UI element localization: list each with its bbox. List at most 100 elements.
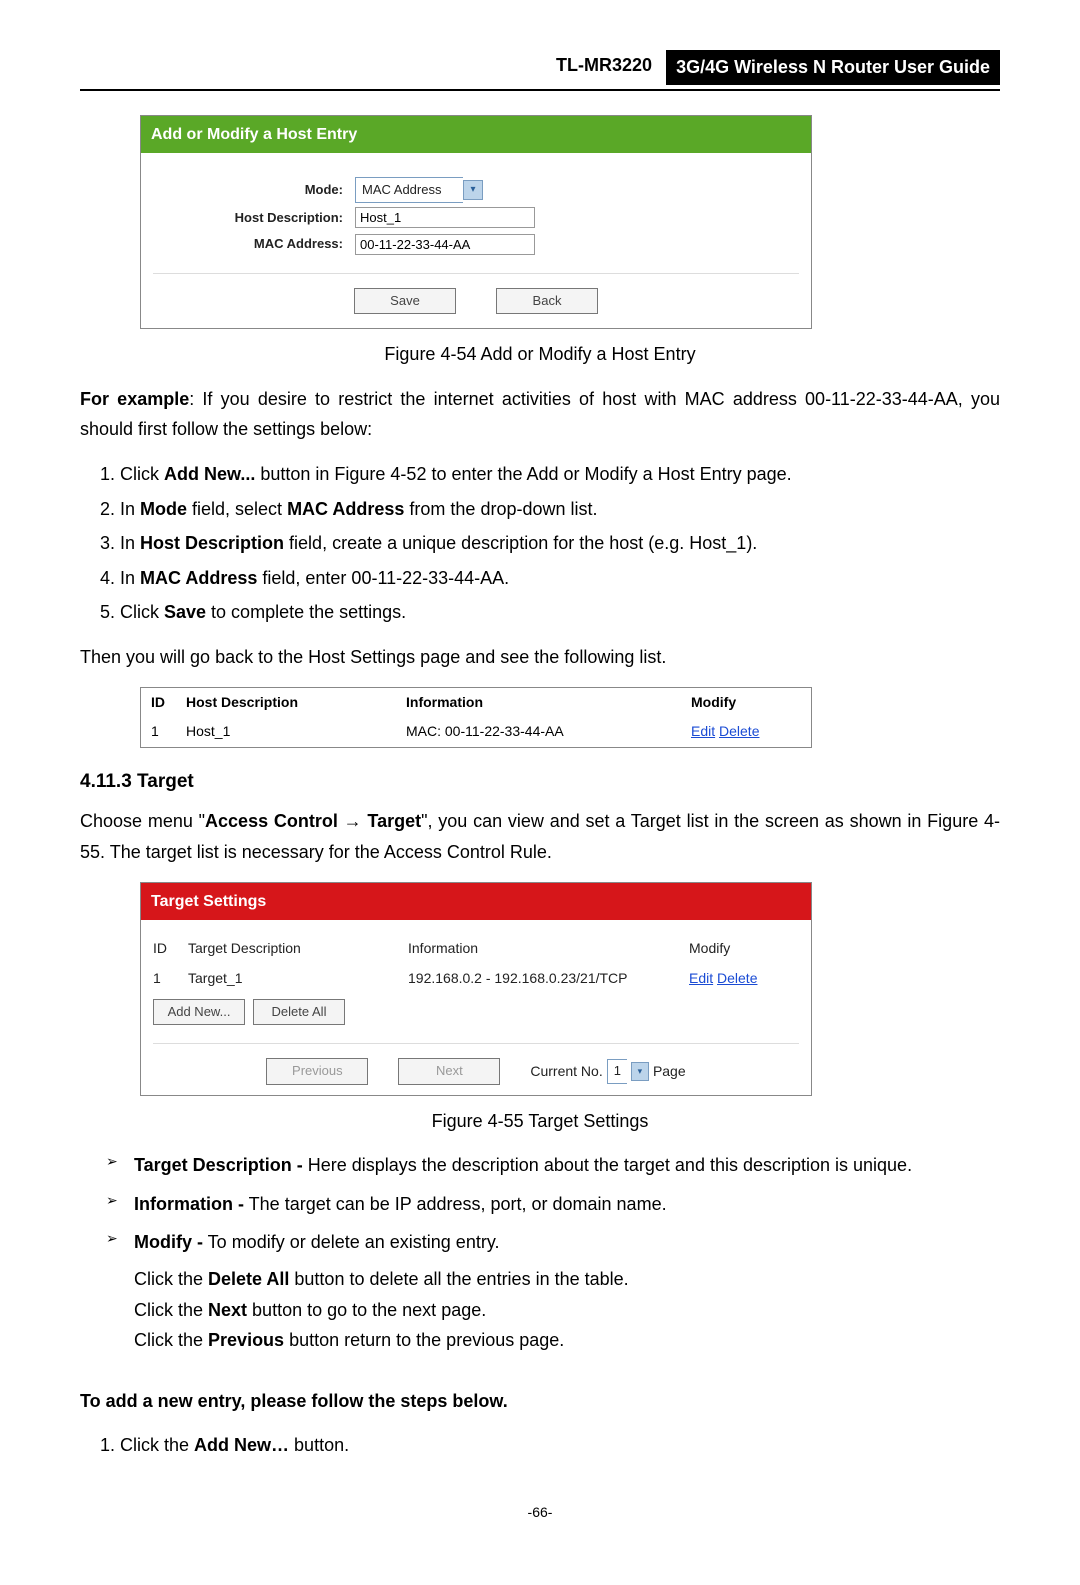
b2r: The target can be IP address, port, or d… bbox=[244, 1194, 667, 1214]
section-4-11-3-heading: 4.11.3 Target bbox=[80, 766, 1000, 798]
steps-add-target: Click the Add New… button. bbox=[80, 1430, 1000, 1461]
s2d: MAC Address bbox=[287, 499, 404, 519]
fig54-caption: Figure 4-54 Add or Modify a Host Entry bbox=[80, 339, 1000, 370]
ml3b: Previous bbox=[208, 1330, 284, 1350]
ts-th-id: ID bbox=[153, 937, 188, 961]
b1t: Target Description - bbox=[134, 1155, 303, 1175]
step2: In Mode field, select MAC Address from t… bbox=[120, 494, 1000, 525]
bullet-target-description: Target Description - Here displays the d… bbox=[106, 1150, 1000, 1181]
host-list-table: ID Host Description Information Modify 1… bbox=[140, 687, 812, 749]
th-mod: Modify bbox=[691, 691, 801, 715]
at1b: Add New… bbox=[194, 1435, 289, 1455]
s3c: field, create a unique description for t… bbox=[284, 533, 757, 553]
ti-a: Choose menu " bbox=[80, 811, 205, 831]
s4c: field, enter 00-11-22-33-44-AA. bbox=[257, 568, 509, 588]
ml1a: Click the bbox=[134, 1269, 208, 1289]
ts-td-id: 1 bbox=[153, 967, 188, 991]
mode-select[interactable]: MAC Address ▾ bbox=[355, 177, 483, 203]
s1a: Click bbox=[120, 464, 164, 484]
bullet-modify: Modify - To modify or delete an existing… bbox=[106, 1227, 1000, 1355]
s3b: Host Description bbox=[140, 533, 284, 553]
host-desc-label: Host Description: bbox=[153, 207, 355, 229]
currentno-value[interactable]: 1 bbox=[607, 1059, 627, 1083]
s4a: In bbox=[120, 568, 140, 588]
ml3c: button return to the previous page. bbox=[284, 1330, 564, 1350]
header-model: TL-MR3220 bbox=[556, 50, 666, 85]
delete-link[interactable]: Delete bbox=[719, 723, 759, 739]
at1a: Click the bbox=[120, 1435, 194, 1455]
chevron-down-icon[interactable]: ▾ bbox=[631, 1062, 649, 1081]
ts-edit-link[interactable]: Edit bbox=[689, 970, 713, 986]
td-info: MAC: 00-11-22-33-44-AA bbox=[406, 720, 691, 744]
header-title: 3G/4G Wireless N Router User Guide bbox=[666, 50, 1000, 85]
steps-add-host: Click Add New... button in Figure 4-52 t… bbox=[80, 459, 1000, 628]
figure-4-55-panel: Target Settings ID Target Description In… bbox=[140, 882, 812, 1096]
mac-input[interactable] bbox=[355, 234, 535, 255]
page-number: -66- bbox=[80, 1501, 1000, 1525]
previous-button[interactable]: Previous bbox=[266, 1058, 368, 1084]
s1c: button in Figure 4-52 to enter the Add o… bbox=[255, 464, 791, 484]
step4: In MAC Address field, enter 00-11-22-33-… bbox=[120, 563, 1000, 594]
th-info: Information bbox=[406, 691, 691, 715]
td-id: 1 bbox=[151, 720, 186, 744]
s2a: In bbox=[120, 499, 140, 519]
fig55-title: Target Settings bbox=[141, 883, 811, 920]
for-example-bold: For example bbox=[80, 389, 189, 409]
chevron-down-icon[interactable]: ▾ bbox=[463, 180, 483, 200]
ts-th-info: Information bbox=[408, 937, 689, 961]
modify-line2: Click the Next button to go to the next … bbox=[134, 1295, 1000, 1326]
ml1c: button to delete all the entries in the … bbox=[289, 1269, 628, 1289]
save-button[interactable]: Save bbox=[354, 288, 456, 314]
ml3a: Click the bbox=[134, 1330, 208, 1350]
add-target-step1: Click the Add New… button. bbox=[120, 1430, 1000, 1461]
bullet-information: Information - The target can be IP addre… bbox=[106, 1189, 1000, 1220]
add-entry-heading: To add a new entry, please follow the st… bbox=[80, 1386, 1000, 1417]
para-for-example: For example: If you desire to restrict t… bbox=[80, 384, 1000, 445]
th-desc: Host Description bbox=[186, 691, 406, 715]
figure-4-54-panel: Add or Modify a Host Entry Mode: MAC Add… bbox=[140, 115, 812, 330]
add-new-button[interactable]: Add New... bbox=[153, 999, 245, 1025]
b1r: Here displays the description about the … bbox=[303, 1155, 912, 1175]
para-then: Then you will go back to the Host Settin… bbox=[80, 642, 1000, 673]
s3a: In bbox=[120, 533, 140, 553]
th-id: ID bbox=[151, 691, 186, 715]
mac-label: MAC Address: bbox=[153, 233, 355, 255]
s2b: Mode bbox=[140, 499, 187, 519]
mode-select-value: MAC Address bbox=[355, 177, 463, 203]
b3t: Modify - bbox=[134, 1232, 203, 1252]
ts-delete-link[interactable]: Delete bbox=[717, 970, 757, 986]
ml1b: Delete All bbox=[208, 1269, 289, 1289]
ml2c: button to go to the next page. bbox=[247, 1300, 486, 1320]
s2e: from the drop-down list. bbox=[404, 499, 597, 519]
para-target-intro: Choose menu "Access Control → Target", y… bbox=[80, 806, 1000, 867]
ti-b: Access Control → Target bbox=[205, 811, 421, 831]
step3: In Host Description field, create a uniq… bbox=[120, 528, 1000, 559]
target-bullets: Target Description - Here displays the d… bbox=[80, 1150, 1000, 1356]
modify-line1: Click the Delete All button to delete al… bbox=[134, 1264, 1000, 1295]
at1c: button. bbox=[289, 1435, 349, 1455]
host-desc-input[interactable] bbox=[355, 207, 535, 228]
ts-td-info: 192.168.0.2 - 192.168.0.23/21/TCP bbox=[408, 967, 689, 991]
ml2a: Click the bbox=[134, 1300, 208, 1320]
step5: Click Save to complete the settings. bbox=[120, 597, 1000, 628]
delete-all-button[interactable]: Delete All bbox=[253, 999, 345, 1025]
next-button[interactable]: Next bbox=[398, 1058, 500, 1084]
fig54-title: Add or Modify a Host Entry bbox=[141, 116, 811, 153]
page-number-control: Current No. 1 ▾ Page bbox=[530, 1059, 685, 1083]
ts-th-mod: Modify bbox=[689, 937, 799, 961]
mode-label: Mode: bbox=[153, 179, 355, 201]
edit-link[interactable]: Edit bbox=[691, 723, 715, 739]
s2c: field, select bbox=[187, 499, 287, 519]
back-button[interactable]: Back bbox=[496, 288, 598, 314]
page-label: Page bbox=[653, 1060, 686, 1084]
ts-td-desc: Target_1 bbox=[188, 967, 408, 991]
s4b: MAC Address bbox=[140, 568, 257, 588]
ts-th-desc: Target Description bbox=[188, 937, 408, 961]
b3r: To modify or delete an existing entry. bbox=[203, 1232, 500, 1252]
s5c: to complete the settings. bbox=[206, 602, 406, 622]
s5a: Click bbox=[120, 602, 164, 622]
s5b: Save bbox=[164, 602, 206, 622]
step1: Click Add New... button in Figure 4-52 t… bbox=[120, 459, 1000, 490]
modify-line3: Click the Previous button return to the … bbox=[134, 1325, 1000, 1356]
fig55-caption: Figure 4-55 Target Settings bbox=[80, 1106, 1000, 1137]
